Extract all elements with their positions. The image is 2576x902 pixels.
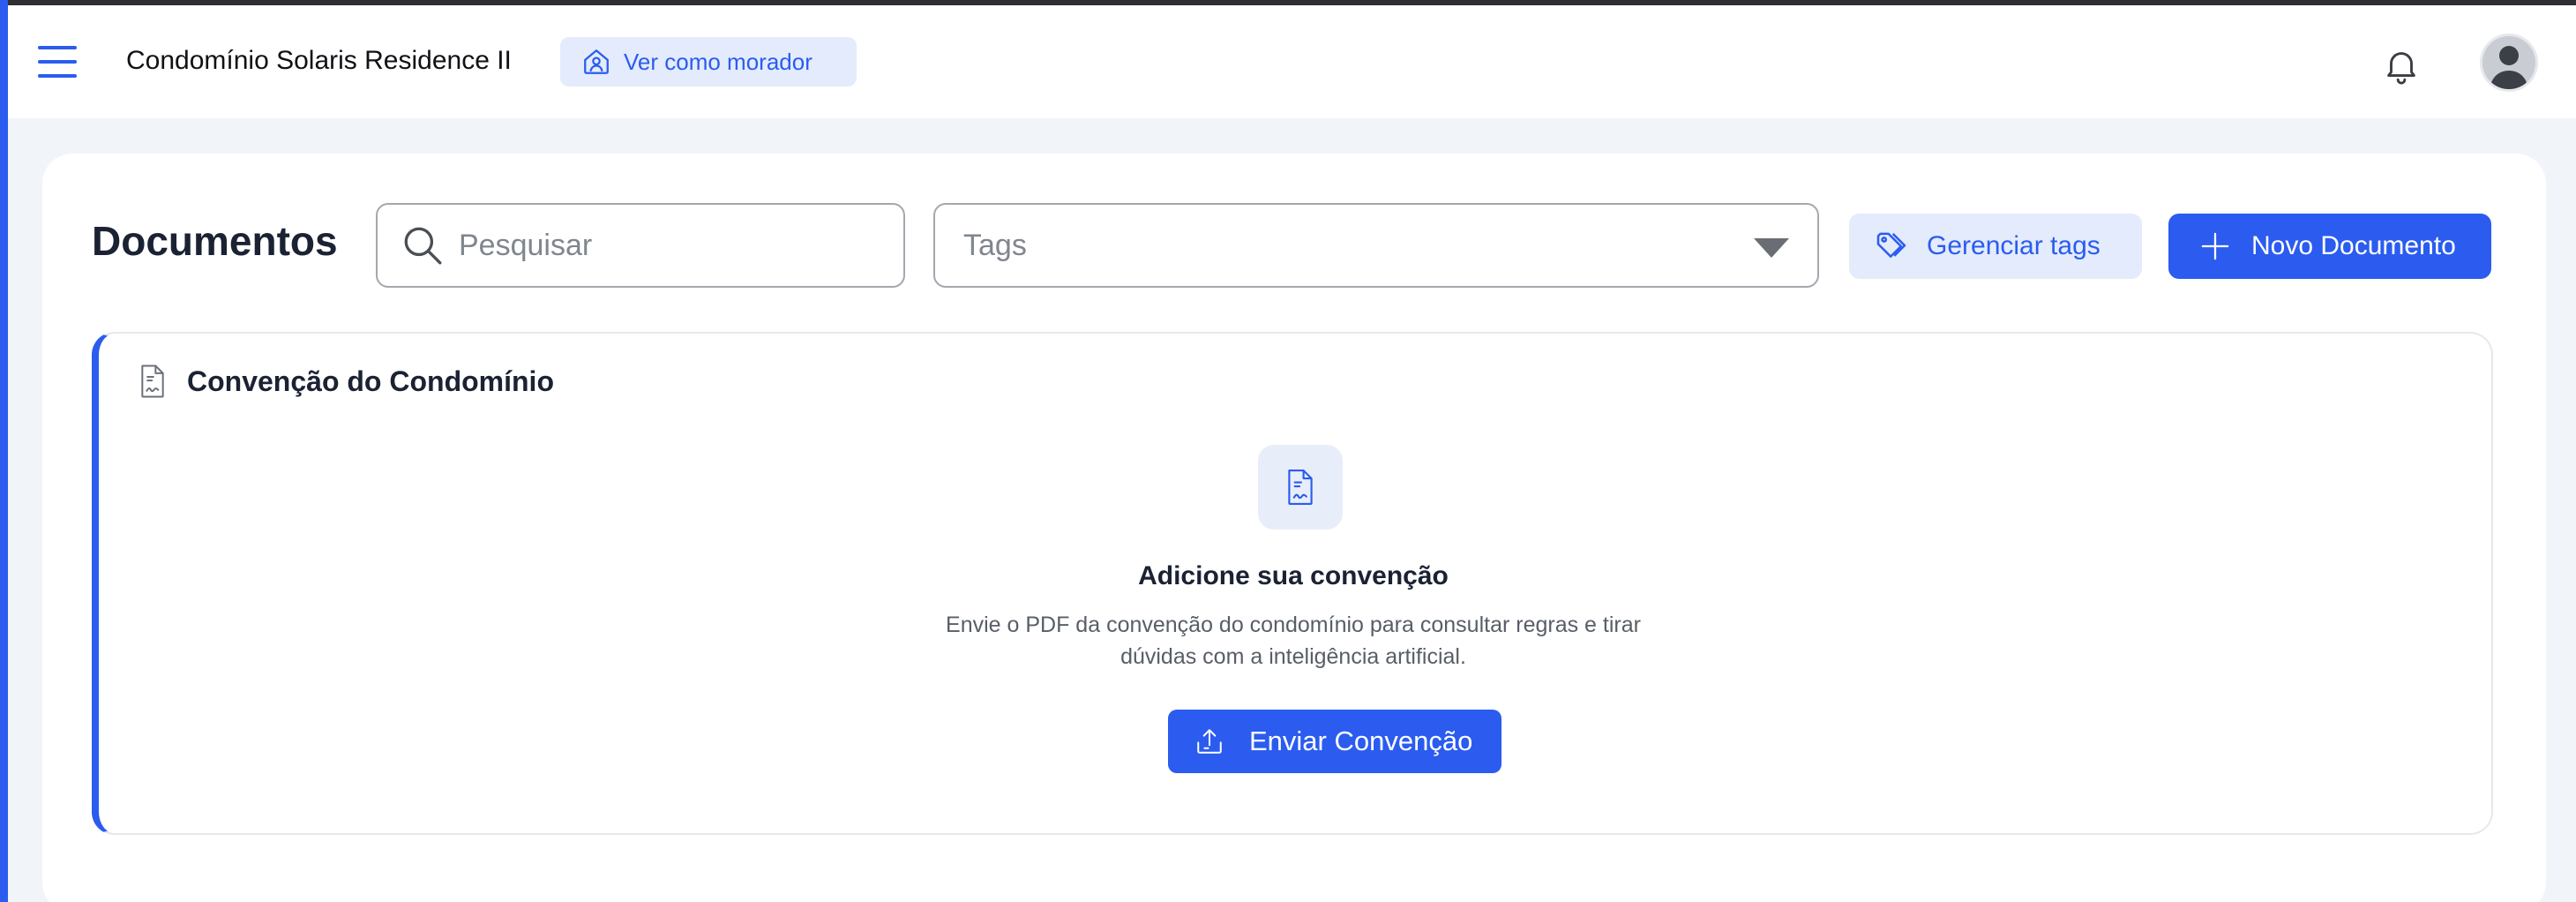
- plus-icon: [2201, 232, 2229, 260]
- view-as-resident-button[interactable]: Ver como morador: [560, 37, 857, 86]
- tags-dropdown[interactable]: Tags: [933, 203, 1819, 288]
- left-accent-border: [0, 0, 8, 902]
- home-user-icon: [584, 49, 609, 74]
- view-as-resident-label: Ver como morador: [624, 48, 812, 75]
- empty-state-description: Envie o PDF da convenção do condomínio p…: [946, 613, 1641, 669]
- manage-tags-button[interactable]: Gerenciar tags: [1849, 214, 2142, 279]
- tags-dropdown-label: Tags: [963, 228, 1027, 262]
- documents-panel: Documentos Tags Gerenciar tags Novo Docu…: [42, 154, 2546, 902]
- hamburger-menu-icon[interactable]: [38, 44, 82, 81]
- convention-header: Convenção do Condomínio: [138, 364, 554, 399]
- user-avatar[interactable]: [2480, 34, 2538, 92]
- document-icon: [1288, 470, 1313, 505]
- upload-icon: [1197, 729, 1222, 754]
- condominium-name: Condomínio Solaris Residence II: [126, 46, 512, 75]
- convention-card: Convenção do Condomínio Adicione sua con…: [92, 332, 2493, 835]
- document-icon: [141, 365, 164, 398]
- search-field[interactable]: [376, 203, 905, 288]
- upload-convention-button[interactable]: Enviar Convenção: [1168, 710, 1501, 773]
- tags-icon: [1876, 232, 1906, 258]
- empty-state-heading: Adicione sua convenção: [1138, 561, 1449, 590]
- upload-convention-label: Enviar Convenção: [1249, 725, 1473, 756]
- new-document-button[interactable]: Novo Documento: [2168, 214, 2491, 279]
- bell-icon[interactable]: [2381, 44, 2422, 86]
- search-input[interactable]: [459, 228, 882, 263]
- page-title: Documentos: [92, 218, 338, 264]
- convention-title: Convenção do Condomínio: [187, 365, 554, 397]
- new-document-label: Novo Documento: [2251, 231, 2456, 260]
- top-header: Condomínio Solaris Residence II Ver como…: [8, 5, 2576, 118]
- empty-state-icon-box: [1258, 445, 1343, 530]
- manage-tags-label: Gerenciar tags: [1927, 231, 2100, 260]
- caret-down-icon: [1754, 238, 1789, 258]
- search-icon: [404, 227, 442, 265]
